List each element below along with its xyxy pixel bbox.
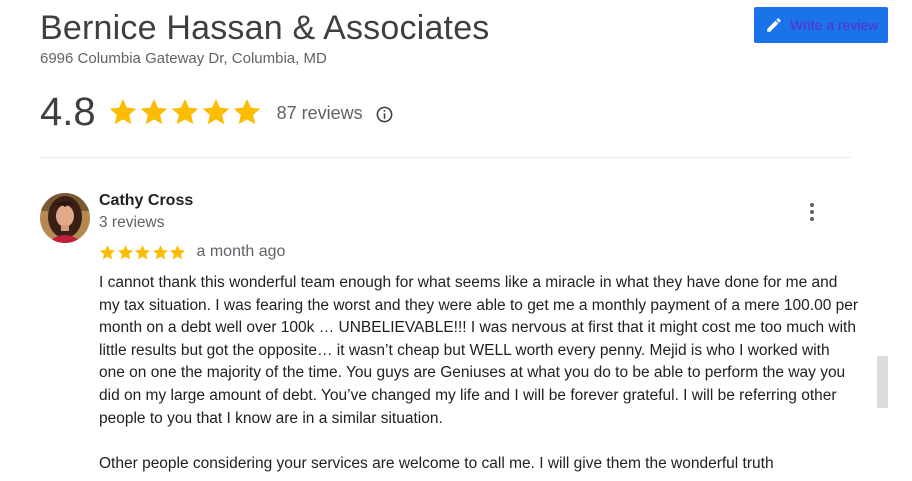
review-stars (99, 244, 187, 261)
review-meta: a month ago (99, 241, 285, 263)
reviewer-avatar[interactable] (40, 193, 90, 243)
info-icon[interactable] (375, 105, 394, 124)
average-rating: 4.8 (40, 90, 96, 134)
review-count[interactable]: 87 reviews (277, 103, 363, 124)
star-icon (140, 99, 167, 125)
reviewer-review-count: 3 reviews (99, 214, 165, 231)
review-date: a month ago (196, 243, 286, 260)
reviewer-photo (40, 193, 90, 243)
write-review-button[interactable]: Write a review (754, 7, 888, 43)
star-icon (171, 99, 198, 125)
section-divider (40, 157, 851, 158)
star-icon (134, 244, 151, 259)
scrollbar-thumb[interactable] (877, 356, 888, 408)
review-text: I cannot thank this wonderful team enoug… (99, 272, 859, 475)
business-address: 6996 Columbia Gateway Dr, Columbia, MD (40, 50, 327, 67)
star-icon (109, 99, 136, 125)
review-paragraph: Other people considering your services a… (99, 454, 774, 472)
star-icon (202, 99, 229, 125)
reviewer-name[interactable]: Cathy Cross (99, 192, 193, 210)
reviews-page: Bernice Hassan & Associates 6996 Columbi… (0, 0, 912, 481)
review-paragraph: I cannot thank this wonderful team enoug… (99, 274, 859, 427)
star-icon (99, 244, 116, 259)
star-icon (233, 99, 260, 125)
star-icon (169, 244, 186, 259)
pencil-icon (767, 18, 781, 32)
business-name: Bernice Hassan & Associates (40, 9, 490, 47)
star-icon (152, 244, 168, 259)
more-vert-icon[interactable] (800, 200, 824, 224)
rating-stars (108, 97, 263, 127)
star-icon (117, 244, 133, 259)
write-review-label: Write a review (790, 17, 879, 33)
rating-summary: 4.8 87 reviews (40, 88, 394, 136)
